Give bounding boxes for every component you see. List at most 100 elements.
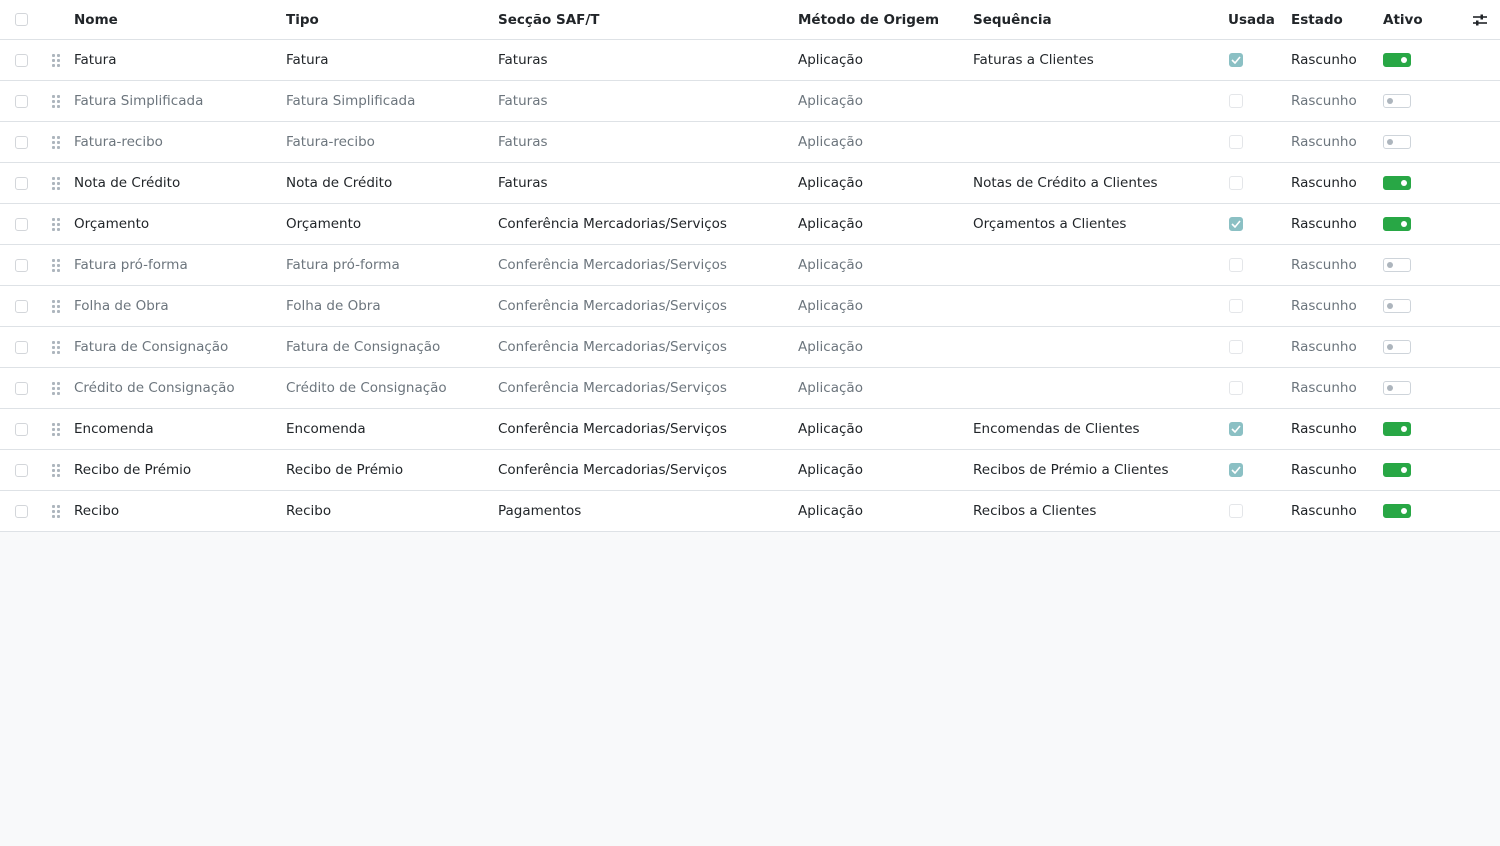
cell-nome[interactable]: Recibo bbox=[74, 491, 279, 531]
active-toggle[interactable] bbox=[1383, 504, 1411, 518]
active-toggle[interactable] bbox=[1383, 381, 1411, 395]
cell-sequencia[interactable] bbox=[973, 327, 1218, 367]
active-toggle[interactable] bbox=[1383, 176, 1411, 190]
table-row[interactable]: Fatura de Consignação Fatura de Consignaç… bbox=[0, 327, 1500, 368]
drag-handle-icon[interactable] bbox=[52, 245, 64, 285]
cell-metodo[interactable]: Aplicação bbox=[798, 409, 966, 449]
cell-saft[interactable]: Faturas bbox=[498, 163, 790, 203]
cell-saft[interactable]: Pagamentos bbox=[498, 491, 790, 531]
cell-tipo[interactable]: Fatura pró-forma bbox=[286, 245, 491, 285]
active-toggle[interactable] bbox=[1383, 340, 1411, 354]
row-select-cell[interactable] bbox=[15, 122, 33, 162]
row-select-cell[interactable] bbox=[15, 163, 33, 203]
row-select-cell[interactable] bbox=[15, 40, 33, 80]
cell-metodo[interactable]: Aplicação bbox=[798, 122, 966, 162]
cell-nome[interactable]: Folha de Obra bbox=[74, 286, 279, 326]
cell-estado[interactable]: Rascunho bbox=[1291, 245, 1376, 285]
row-select-checkbox[interactable] bbox=[15, 176, 28, 190]
cell-estado[interactable]: Rascunho bbox=[1291, 450, 1376, 490]
cell-tipo[interactable]: Orçamento bbox=[286, 204, 491, 244]
cell-nome[interactable]: Recibo de Prémio bbox=[74, 450, 279, 490]
cell-metodo[interactable]: Aplicação bbox=[798, 491, 966, 531]
active-toggle[interactable] bbox=[1383, 94, 1411, 108]
cell-tipo[interactable]: Folha de Obra bbox=[286, 286, 491, 326]
select-all-checkbox[interactable] bbox=[15, 13, 28, 26]
column-header-ativo[interactable]: Ativo bbox=[1383, 0, 1443, 39]
cell-ativo[interactable] bbox=[1383, 81, 1443, 121]
cell-saft[interactable]: Conferência Mercadorias/Serviços bbox=[498, 409, 790, 449]
drag-handle-icon[interactable] bbox=[52, 491, 64, 531]
cell-tipo[interactable]: Recibo de Prémio bbox=[286, 450, 491, 490]
row-select-cell[interactable] bbox=[15, 327, 33, 367]
cell-ativo[interactable] bbox=[1383, 163, 1443, 203]
table-row[interactable]: Fatura-recibo Fatura-recibo Faturas Aplicaç… bbox=[0, 122, 1500, 163]
cell-nome[interactable]: Fatura-recibo bbox=[74, 122, 279, 162]
column-header-usada[interactable]: Usada bbox=[1228, 0, 1284, 39]
active-toggle[interactable] bbox=[1383, 422, 1411, 436]
cell-metodo[interactable]: Aplicação bbox=[798, 163, 966, 203]
drag-handle-icon[interactable] bbox=[52, 122, 64, 162]
active-toggle[interactable] bbox=[1383, 135, 1411, 149]
row-select-checkbox[interactable] bbox=[15, 422, 28, 436]
active-toggle[interactable] bbox=[1383, 299, 1411, 313]
cell-saft[interactable]: Conferência Mercadorias/Serviços bbox=[498, 286, 790, 326]
table-row[interactable]: Recibo Recibo Pagamentos Aplicação Recibos a… bbox=[0, 491, 1500, 532]
column-header-nome[interactable]: Nome bbox=[74, 0, 279, 39]
cell-estado[interactable]: Rascunho bbox=[1291, 40, 1376, 80]
cell-sequencia[interactable]: Faturas a Clientes bbox=[973, 40, 1218, 80]
cell-sequencia[interactable]: Recibos a Clientes bbox=[973, 491, 1218, 531]
cell-metodo[interactable]: Aplicação bbox=[798, 40, 966, 80]
row-select-checkbox[interactable] bbox=[15, 94, 28, 108]
cell-nome[interactable]: Fatura de Consignação bbox=[74, 327, 279, 367]
table-row[interactable]: Fatura pró-forma Fatura pró-forma Conferên… bbox=[0, 245, 1500, 286]
row-select-checkbox[interactable] bbox=[15, 217, 28, 231]
drag-handle-icon[interactable] bbox=[52, 368, 64, 408]
cell-tipo[interactable]: Crédito de Consignação bbox=[286, 368, 491, 408]
cell-estado[interactable]: Rascunho bbox=[1291, 122, 1376, 162]
cell-sequencia[interactable]: Orçamentos a Clientes bbox=[973, 204, 1218, 244]
column-header-estado[interactable]: Estado bbox=[1291, 0, 1376, 39]
cell-nome[interactable]: Encomenda bbox=[74, 409, 279, 449]
cell-nome[interactable]: Fatura pró-forma bbox=[74, 245, 279, 285]
cell-tipo[interactable]: Nota de Crédito bbox=[286, 163, 491, 203]
row-select-cell[interactable] bbox=[15, 450, 33, 490]
row-select-cell[interactable] bbox=[15, 491, 33, 531]
row-select-checkbox[interactable] bbox=[15, 381, 28, 395]
cell-metodo[interactable]: Aplicação bbox=[798, 81, 966, 121]
column-header-sequencia[interactable]: Sequência bbox=[973, 0, 1218, 39]
cell-tipo[interactable]: Fatura de Consignação bbox=[286, 327, 491, 367]
cell-saft[interactable]: Conferência Mercadorias/Serviços bbox=[498, 327, 790, 367]
cell-saft[interactable]: Faturas bbox=[498, 122, 790, 162]
cell-ativo[interactable] bbox=[1383, 286, 1443, 326]
cell-saft[interactable]: Faturas bbox=[498, 81, 790, 121]
cell-sequencia[interactable]: Encomendas de Clientes bbox=[973, 409, 1218, 449]
cell-metodo[interactable]: Aplicação bbox=[798, 450, 966, 490]
cell-ativo[interactable] bbox=[1383, 491, 1443, 531]
cell-metodo[interactable]: Aplicação bbox=[798, 286, 966, 326]
row-select-cell[interactable] bbox=[15, 409, 33, 449]
active-toggle[interactable] bbox=[1383, 53, 1411, 67]
cell-tipo[interactable]: Fatura-recibo bbox=[286, 122, 491, 162]
cell-saft[interactable]: Conferência Mercadorias/Serviços bbox=[498, 204, 790, 244]
row-select-cell[interactable] bbox=[15, 286, 33, 326]
table-row[interactable]: Recibo de Prémio Recibo de Prémio Conferên… bbox=[0, 450, 1500, 491]
cell-saft[interactable]: Conferência Mercadorias/Serviços bbox=[498, 368, 790, 408]
row-select-checkbox[interactable] bbox=[15, 299, 28, 313]
cell-estado[interactable]: Rascunho bbox=[1291, 163, 1376, 203]
drag-handle-icon[interactable] bbox=[52, 40, 64, 80]
active-toggle[interactable] bbox=[1383, 258, 1411, 272]
cell-estado[interactable]: Rascunho bbox=[1291, 409, 1376, 449]
cell-ativo[interactable] bbox=[1383, 40, 1443, 80]
cell-estado[interactable]: Rascunho bbox=[1291, 327, 1376, 367]
cell-estado[interactable]: Rascunho bbox=[1291, 81, 1376, 121]
cell-tipo[interactable]: Fatura Simplificada bbox=[286, 81, 491, 121]
table-row[interactable]: Nota de Crédito Nota de Crédito Faturas Apl… bbox=[0, 163, 1500, 204]
column-header-metodo[interactable]: Método de Origem bbox=[798, 0, 966, 39]
cell-sequencia[interactable] bbox=[973, 122, 1218, 162]
cell-metodo[interactable]: Aplicação bbox=[798, 204, 966, 244]
cell-ativo[interactable] bbox=[1383, 450, 1443, 490]
cell-nome[interactable]: Fatura bbox=[74, 40, 279, 80]
cell-estado[interactable]: Rascunho bbox=[1291, 204, 1376, 244]
row-select-checkbox[interactable] bbox=[15, 135, 28, 149]
cell-nome[interactable]: Fatura Simplificada bbox=[74, 81, 279, 121]
